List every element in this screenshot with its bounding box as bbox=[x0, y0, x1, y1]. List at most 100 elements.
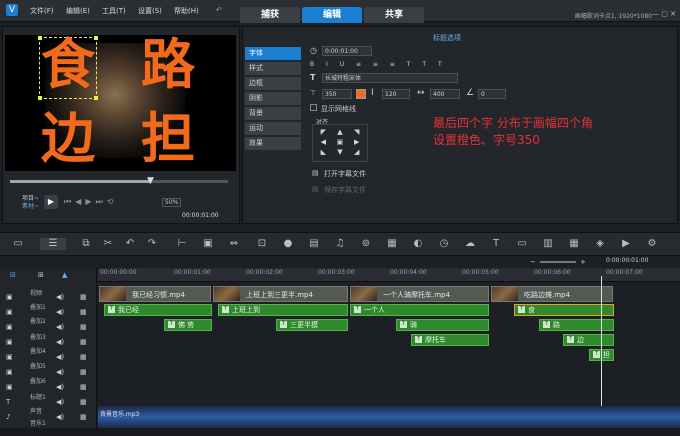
window-controls-icon[interactable]: — ▢ ✕ bbox=[652, 10, 676, 18]
side-tab-border[interactable]: 边框 bbox=[245, 77, 301, 90]
timeline-timecode[interactable]: 0:00:00:01:00 bbox=[606, 257, 648, 264]
menu-edit[interactable]: 编辑(E) bbox=[66, 6, 90, 16]
split-screen-icon[interactable]: ▥ bbox=[542, 238, 554, 250]
show-grid-checkbox[interactable] bbox=[310, 104, 317, 111]
clip-label[interactable]: 素材~ bbox=[22, 201, 39, 210]
option-side-tabs: 字体 样式 边框 阴影 背景 运动 效果 bbox=[245, 47, 301, 152]
title-char-top-right[interactable]: 路 bbox=[141, 37, 195, 91]
mask-icon[interactable]: ◐ bbox=[412, 238, 424, 250]
menu-settings[interactable]: 设置(S) bbox=[138, 6, 162, 16]
open-subtitle-icon[interactable]: ▤ bbox=[312, 169, 319, 177]
title-char-bottom-right[interactable]: 担 bbox=[141, 111, 195, 165]
chapter-icon[interactable]: ● bbox=[282, 238, 294, 250]
track-view-icon[interactable]: ⊟ bbox=[10, 271, 16, 279]
title-clip[interactable]: T 摩托车 bbox=[411, 334, 489, 346]
title-clip[interactable]: T边 bbox=[563, 334, 614, 346]
save-subtitle-button[interactable]: 保存字幕文件 bbox=[324, 185, 366, 195]
ripple-icon[interactable]: ⊞ bbox=[38, 271, 44, 279]
record-icon[interactable]: ▣ bbox=[202, 238, 214, 250]
split-icon[interactable]: ⊢ bbox=[176, 238, 188, 250]
render-icon[interactable]: ▶ bbox=[620, 238, 632, 250]
video-clip[interactable]: 我已经习惯.mp4 bbox=[99, 286, 211, 302]
3d-title-icon[interactable]: T bbox=[490, 238, 502, 250]
video-clip[interactable]: 一个人骑摩托车.mp4 bbox=[350, 286, 489, 302]
title-clip[interactable]: T 一个人 bbox=[350, 304, 489, 316]
line-spacing-field[interactable]: 120 bbox=[382, 89, 410, 99]
track-menu-icon[interactable]: ▲ bbox=[62, 271, 67, 279]
align-arrows-icon[interactable]: ◤ ▲ ◥ ◀ ▣ ▶ ◣ ▼ ◢ bbox=[313, 125, 367, 159]
transport-controls-icon[interactable]: ⏮◀▶⏭⟲ bbox=[64, 197, 117, 207]
tab-share[interactable]: 共享 bbox=[364, 7, 424, 23]
title-clip[interactable]: T 三更半摸 bbox=[276, 319, 348, 331]
side-tab-shadow[interactable]: 阴影 bbox=[245, 92, 301, 105]
cloud-icon[interactable]: ☁ bbox=[464, 238, 476, 250]
resize-handle[interactable] bbox=[94, 96, 98, 100]
playhead[interactable] bbox=[601, 276, 602, 426]
font-size-field[interactable]: 350 bbox=[322, 89, 352, 99]
preview-window[interactable]: 食 路 边 担 bbox=[5, 35, 236, 171]
tab-edit[interactable]: 编辑 bbox=[302, 7, 362, 23]
title-clip[interactable]: T 上班上到 bbox=[218, 304, 348, 316]
subtitle-icon[interactable]: ▭ bbox=[516, 238, 528, 250]
track-lock-icons[interactable]: ▦ ▦ ▦ ▦ ▦ ▦ ▦ ▦ ▦ bbox=[80, 290, 87, 425]
color-icon[interactable]: ◈ bbox=[594, 238, 606, 250]
undo-icon[interactable]: ↶ bbox=[124, 238, 136, 250]
zoom-select[interactable]: 50% bbox=[162, 198, 182, 207]
menu-tools[interactable]: 工具(T) bbox=[102, 6, 126, 16]
title-clip-selected[interactable]: T食 bbox=[514, 304, 614, 316]
video-clip[interactable]: 上班上到三更半.mp4 bbox=[213, 286, 348, 302]
font-select[interactable]: 长城特粗宋体 bbox=[322, 73, 458, 83]
auto-music-icon[interactable]: ♫ bbox=[334, 238, 346, 250]
multicam-icon[interactable]: ▦ bbox=[386, 238, 398, 250]
motion-icon[interactable]: ⊚ bbox=[360, 238, 372, 250]
zoom-out-icon[interactable]: − bbox=[530, 258, 536, 266]
cut-icon[interactable]: ✂ bbox=[102, 238, 114, 250]
title-clip-text: 食 bbox=[528, 306, 535, 314]
open-subtitle-button[interactable]: 打开字幕文件 bbox=[324, 169, 366, 179]
menu-bar: V 文件(F) 编辑(E) 工具(T) 设置(S) 帮助(H) ↶ 捕获 编辑 … bbox=[0, 0, 680, 23]
title-clip-text: 路 bbox=[553, 321, 560, 329]
storyboard-view-icon[interactable]: ▭ bbox=[12, 238, 24, 250]
copy-icon[interactable]: ⧉ bbox=[80, 238, 92, 250]
format-buttons[interactable]: B I U ≡ ≡ ≡ T T T bbox=[310, 61, 447, 68]
timeline-view-icon[interactable]: ☰ bbox=[40, 238, 66, 250]
title-char-top-left[interactable]: 食 bbox=[41, 37, 95, 91]
title-char-bottom-left[interactable]: 边 bbox=[41, 111, 95, 165]
track-audio-icons[interactable]: ◀) ◀) ◀) ◀) ◀) ◀) ◀) ◀) ◀) bbox=[56, 290, 64, 425]
side-tab-background[interactable]: 背景 bbox=[245, 107, 301, 120]
preview-timecode[interactable]: 00:00:01:00 bbox=[182, 212, 219, 219]
undo-icon[interactable]: ↶ bbox=[216, 6, 222, 14]
video-clip[interactable]: 吃路边摊.mp4 bbox=[491, 286, 613, 302]
side-tab-style[interactable]: 样式 bbox=[245, 62, 301, 75]
mixer-icon[interactable]: ▤ bbox=[308, 238, 320, 250]
menu-file[interactable]: 文件(F) bbox=[30, 6, 54, 16]
speed-icon[interactable]: ◷ bbox=[438, 238, 450, 250]
duration-field[interactable]: 0:00:01:00 bbox=[322, 46, 372, 56]
align-grid[interactable]: ◤ ▲ ◥ ◀ ▣ ▶ ◣ ▼ ◢ bbox=[312, 124, 368, 162]
side-tab-motion[interactable]: 运动 bbox=[245, 122, 301, 135]
title-clip[interactable]: T路 bbox=[539, 319, 614, 331]
scrub-handle-icon[interactable]: ▼ bbox=[147, 176, 154, 186]
grid-icon[interactable]: ▦ bbox=[568, 238, 580, 250]
resize-handle[interactable] bbox=[38, 96, 42, 100]
redo-icon[interactable]: ↷ bbox=[146, 238, 158, 250]
settings-icon[interactable]: ⚙ bbox=[646, 238, 658, 250]
play-button[interactable]: ▶ bbox=[44, 195, 58, 209]
color-swatch[interactable] bbox=[356, 89, 366, 99]
fit-icon[interactable]: ⇔ bbox=[228, 238, 240, 250]
zoom-in-icon[interactable]: + bbox=[580, 258, 586, 266]
side-tab-font[interactable]: 字体 bbox=[245, 47, 301, 60]
menu-help[interactable]: 帮助(H) bbox=[174, 6, 199, 16]
time-ruler[interactable]: 00:00:00:00 00:00:01:00 00:00:02:00 00:0… bbox=[98, 268, 680, 282]
side-tab-effect[interactable]: 效果 bbox=[245, 137, 301, 150]
title-clip[interactable]: T 我已经 bbox=[104, 304, 212, 316]
width-field[interactable]: 400 bbox=[430, 89, 460, 99]
audio-clip[interactable] bbox=[98, 406, 680, 428]
zoom-slider[interactable] bbox=[540, 261, 576, 263]
angle-field[interactable]: 0 bbox=[478, 89, 506, 99]
tab-capture[interactable]: 捕获 bbox=[240, 7, 300, 23]
title-clip[interactable]: T骑 bbox=[396, 319, 489, 331]
track-manager-icon[interactable]: ⊡ bbox=[256, 238, 268, 250]
timeline-toolbar: ▭ ☰ ⧉ ✂ ↶ ↷ ⊢ ▣ ⇔ ⊡ ● ▤ ♫ ⊚ ▦ ◐ ◷ ☁ T ▭ … bbox=[0, 232, 680, 256]
title-clip[interactable]: T佛 势 bbox=[164, 319, 212, 331]
